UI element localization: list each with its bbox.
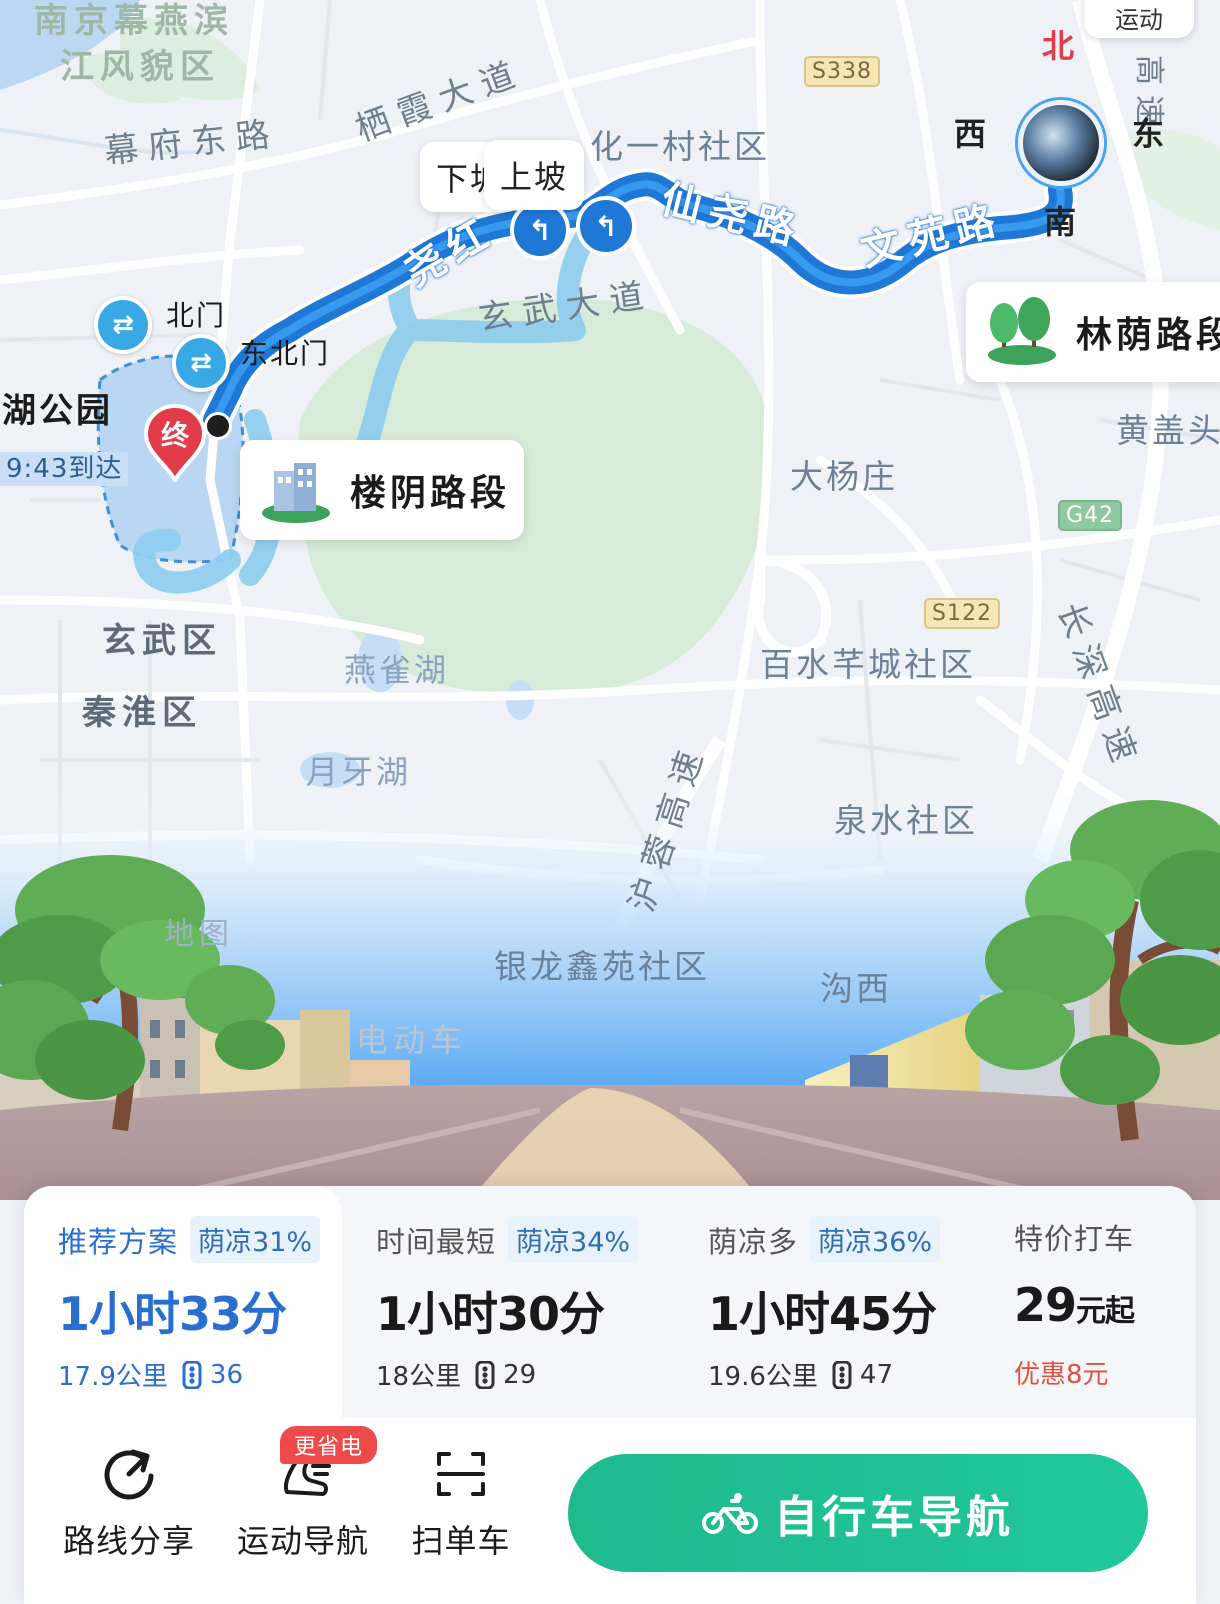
shade-segment-label: 林荫路段 <box>1076 315 1220 356</box>
community-label: 大杨庄 <box>790 457 898 496</box>
turn-left-icon[interactable]: ↰ <box>576 196 636 256</box>
highway-shield: G42 <box>1058 500 1123 531</box>
route-option-header: 推荐方案 荫凉31% <box>58 1216 321 1263</box>
district-label: 江风貌区 <box>60 47 220 87</box>
route-option-recommended[interactable]: 推荐方案 荫凉31% 1小时33分 17.9公里 36 <box>24 1186 342 1418</box>
share-icon <box>104 1449 154 1500</box>
district-label: 南京幕燕滨 <box>34 1 234 41</box>
community-label: 沟西 <box>820 969 892 1008</box>
route-option-name: 时间最短 <box>376 1224 497 1259</box>
slope-up-label: 上坡 <box>484 140 585 210</box>
route-option-name: 荫凉多 <box>708 1224 799 1259</box>
taxi-price: 29元起 <box>1014 1278 1135 1332</box>
arrival-time: 9:43到达 <box>0 452 129 486</box>
route-panel: 推荐方案 荫凉31% 1小时33分 17.9公里 36 时间最短 荫凉34% 1… <box>24 1186 1196 1604</box>
route-option-time: 1小时45分 <box>708 1287 937 1341</box>
gate-label: 北门 <box>166 299 227 332</box>
route-option-meta: 18公里 29 <box>376 1356 536 1393</box>
compass-south: 南 <box>1044 203 1077 241</box>
bike-navigation-button[interactable]: 自行车导航 <box>568 1454 1148 1572</box>
power-saving-badge: 更省电 <box>280 1426 378 1464</box>
route-option-meta: 17.9公里 36 <box>58 1356 243 1393</box>
community-label: 百水芊城社区 <box>760 645 976 684</box>
traffic-light-icon <box>832 1360 852 1389</box>
scan-bike-label: 扫单车 <box>411 1522 511 1560</box>
sport-mode-label: 运动 <box>1115 6 1163 34</box>
route-option-time: 1小时30分 <box>376 1287 605 1341</box>
share-route-label: 路线分享 <box>62 1522 195 1560</box>
tree-icon <box>988 297 1056 365</box>
route-option-name: 特价打车 <box>1014 1222 1135 1256</box>
user-location-avatar[interactable] <box>1018 100 1104 186</box>
route-option-header: 时间最短 荫凉34% <box>376 1216 639 1263</box>
faded-label: 地图 <box>164 917 234 952</box>
taxi-price-unit: 元起 <box>1076 1294 1135 1329</box>
taxi-discount: 优惠8元 <box>1014 1360 1109 1390</box>
scan-icon <box>437 1452 485 1496</box>
route-option-fastest[interactable]: 时间最短 荫凉34% 1小时30分 18公里 29 <box>342 1186 674 1418</box>
sport-mode-pill[interactable]: 运动 <box>1084 0 1194 38</box>
map-stage[interactable]: 南京幕燕滨 江风貌区 玄武区 秦淮区 化一村社区 大杨庄 百水芊城社区 泉水社区… <box>0 0 1220 1604</box>
shade-tag: 荫凉31% <box>190 1216 321 1263</box>
community-label: 化一村社区 <box>590 127 770 166</box>
community-label: 泉水社区 <box>834 801 978 840</box>
community-label: 黄盖头 <box>1116 411 1220 450</box>
share-route-button[interactable]: 路线分享 <box>54 1444 204 1562</box>
route-option-header: 荫凉多 荫凉36% <box>708 1216 941 1263</box>
metro-station-icon[interactable]: ⇄ <box>94 296 152 354</box>
shade-tag: 荫凉36% <box>810 1216 941 1263</box>
traffic-light-count: 29 <box>503 1359 537 1390</box>
route-option-name: 推荐方案 <box>58 1224 179 1259</box>
bike-navigation-label: 自行车导航 <box>774 1492 1014 1543</box>
route-option-time: 1小时33分 <box>58 1287 287 1341</box>
route-distance: 18公里 <box>376 1362 462 1392</box>
gate-label: 东北门 <box>240 337 331 370</box>
scan-bike-button[interactable]: 扫单车 <box>386 1444 536 1562</box>
building-icon <box>262 463 330 523</box>
highway-shield: S122 <box>924 598 1000 629</box>
district-label: 秦淮区 <box>82 693 202 733</box>
route-distance: 19.6公里 <box>708 1362 818 1392</box>
shade-segment-callout[interactable]: 林荫路段 <box>966 282 1220 382</box>
faded-label: 电动车 <box>356 1021 468 1059</box>
traffic-light-count: 36 <box>209 1359 243 1390</box>
route-distance: 17.9公里 <box>58 1362 168 1392</box>
highway-shield: S338 <box>804 56 880 87</box>
destination-marker[interactable]: 终 <box>142 403 208 485</box>
shade-segment-label: 楼阴路段 <box>350 473 511 514</box>
end-marker-label: 终 <box>160 419 189 452</box>
route-option-header: 特价打车 <box>1014 1216 1134 1258</box>
route-option-taxi[interactable]: 特价打车 29元起 优惠8元 <box>994 1186 1196 1418</box>
community-label: 银龙鑫苑社区 <box>494 947 710 986</box>
bicycle-icon <box>702 1493 758 1534</box>
shade-tag: 荫凉34% <box>508 1216 639 1263</box>
compass-north: 北 <box>1042 27 1075 65</box>
traffic-light-count: 47 <box>859 1359 893 1390</box>
water-label: 月牙湖 <box>306 753 412 791</box>
traffic-light-icon <box>475 1360 495 1389</box>
taxi-price-value: 29 <box>1014 1278 1077 1332</box>
route-end-dot <box>204 412 232 440</box>
sport-navigation-label: 运动导航 <box>236 1522 369 1560</box>
route-option-meta: 19.6公里 47 <box>708 1356 893 1393</box>
metro-station-icon[interactable]: ⇄ <box>172 334 230 392</box>
park-label: 湖公园 <box>2 391 113 431</box>
compass-east: 东 <box>1132 115 1165 153</box>
route-option-most-shade[interactable]: 荫凉多 荫凉36% 1小时45分 19.6公里 47 <box>674 1186 994 1418</box>
compass-west: 西 <box>954 115 987 153</box>
shade-segment-callout[interactable]: 楼阴路段 <box>240 440 524 540</box>
water-label: 燕雀湖 <box>344 651 450 689</box>
district-label: 玄武区 <box>102 621 222 661</box>
traffic-light-icon <box>182 1360 202 1389</box>
